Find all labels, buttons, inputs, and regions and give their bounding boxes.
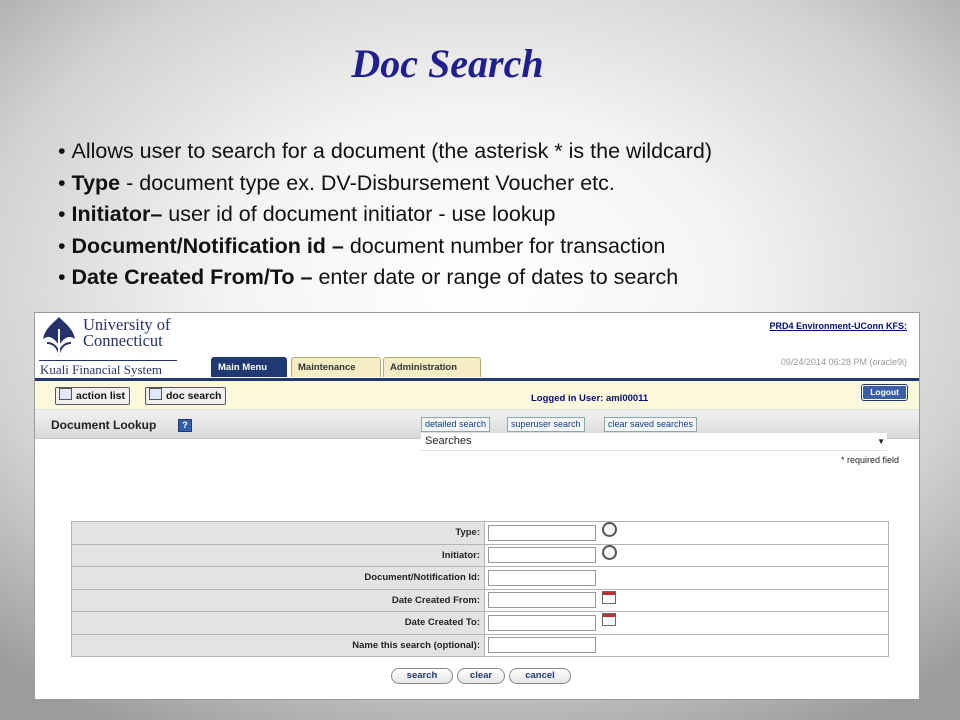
app-header: University of Connecticut Kuali Financia…	[35, 313, 919, 378]
bullet-item: • Date Created From/To – enter date or ra…	[58, 265, 679, 289]
initiator-label: Initiator:	[71, 544, 485, 567]
date-to-label: Date Created To:	[71, 611, 485, 635]
slide-title: Doc Search	[351, 41, 544, 86]
search-form: Type: Initiator: Document/Notification I…	[71, 521, 889, 657]
saved-searches-select[interactable]: Searches ▼	[421, 433, 887, 451]
system-name: Kuali Financial System	[40, 362, 163, 377]
cancel-button[interactable]: cancel	[509, 668, 571, 684]
logout-button[interactable]: Logout	[861, 384, 908, 401]
university-seal-icon	[43, 317, 75, 357]
bullet-list: • Allows user to search for a document (t…	[58, 136, 712, 294]
superuser-search-button[interactable]: superuser search	[507, 417, 585, 432]
bullet-item: • Type - document type ex. DV-Disbursemen…	[58, 170, 615, 195]
bullet-item: • Allows user to search for a document (t…	[58, 139, 713, 163]
document-id-label: Document/Notification Id:	[71, 566, 485, 590]
toolbar: action list doc search Logged in User: a…	[35, 381, 919, 410]
environment-label[interactable]: PRD4 Environment-UConn KFS:	[769, 321, 907, 331]
form-row-doc-id: Document/Notification Id:	[71, 566, 889, 590]
action-buttons: search clear cancel	[71, 663, 891, 685]
search-icon[interactable]	[602, 544, 617, 560]
university-name: University of Connecticut	[83, 315, 171, 350]
help-icon[interactable]: ?	[178, 419, 192, 432]
kfs-screenshot: University of Connecticut Kuali Financia…	[34, 312, 920, 700]
search-button[interactable]: search	[391, 668, 453, 684]
doc-search-button[interactable]: doc search	[145, 387, 227, 405]
calendar-icon[interactable]	[602, 613, 616, 627]
clear-button[interactable]: clear	[457, 668, 505, 684]
tab-administration[interactable]: Administration	[383, 357, 481, 377]
tab-main-menu[interactable]: Main Menu	[211, 357, 287, 377]
type-label: Type:	[71, 521, 485, 545]
action-list-button[interactable]: action list	[55, 387, 131, 405]
detailed-search-button[interactable]: detailed search	[421, 417, 491, 432]
tab-maintenance[interactable]: Maintenance	[291, 357, 381, 377]
date-from-label: Date Created From:	[71, 589, 485, 612]
search-icon[interactable]	[602, 522, 617, 538]
calendar-icon[interactable]	[602, 590, 616, 604]
form-row-search-name: Name this search (optional):	[71, 634, 889, 657]
form-row-date-to: Date Created To:	[71, 611, 889, 635]
dropdown-arrow-icon: ▼	[877, 437, 885, 446]
timestamp: 09/24/2014 06:28 PM (oracle9i)	[780, 357, 907, 367]
required-field-note: * required field	[840, 455, 899, 465]
doc-search-icon	[149, 388, 162, 400]
form-row-initiator: Initiator:	[71, 544, 889, 567]
document-id-input[interactable]	[488, 569, 596, 586]
initiator-input[interactable]	[488, 547, 596, 564]
date-from-input[interactable]	[488, 592, 596, 609]
list-icon	[59, 388, 72, 400]
date-to-input[interactable]	[488, 614, 596, 631]
clear-saved-searches-button[interactable]: clear saved searches	[604, 417, 698, 432]
logged-in-user: Logged in User: aml00011	[531, 393, 649, 404]
page-title: Document Lookup	[51, 418, 157, 432]
logo-divider	[39, 360, 177, 361]
form-row-date-from: Date Created From:	[71, 589, 889, 612]
type-input[interactable]	[488, 524, 596, 541]
search-name-label: Name this search (optional):	[71, 634, 485, 657]
search-name-input[interactable]	[488, 637, 596, 654]
bullet-item: • Document/Notification id – document num…	[58, 233, 666, 258]
form-row-type: Type:	[71, 521, 889, 545]
bullet-item: • Initiator– user id of document initiato…	[58, 202, 556, 226]
